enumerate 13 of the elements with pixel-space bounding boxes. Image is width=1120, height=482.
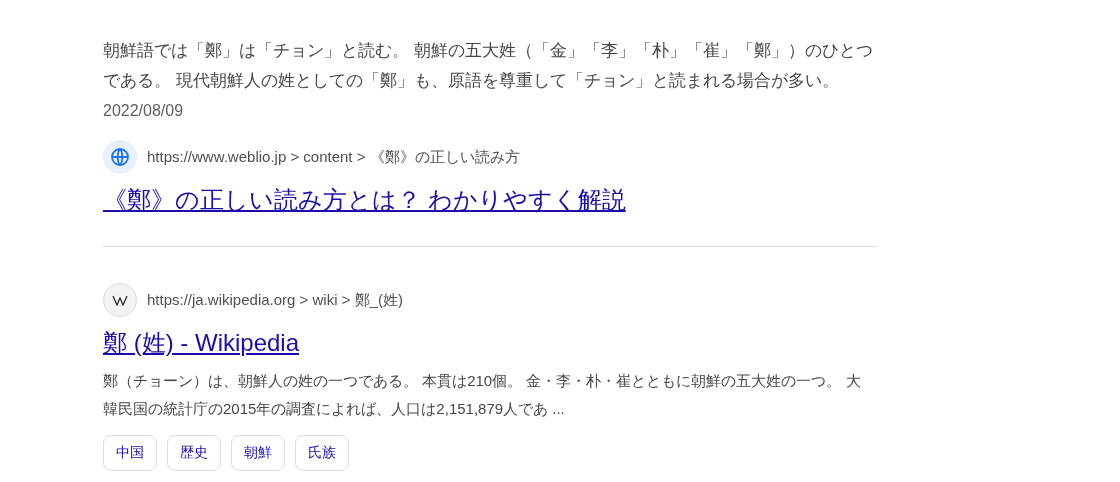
result-url[interactable]: https://www.weblio.jp > content > 《鄭》の正しい読み方 xyxy=(147,147,520,167)
tag-chip[interactable]: 朝鮮 xyxy=(231,435,285,471)
result-title-link[interactable]: 鄭 (姓) - Wikipedia xyxy=(103,327,300,359)
result-date: 2022/08/09 xyxy=(103,102,184,119)
result-description: 鄭（チョーン）は、朝鮮人の姓の一つである。 本貫は210個。 金・李・朴・崔とともに朝鮮の五大姓の一つ。 大韓民国の統計庁の2015年の調査によれば、人口は2,151,879人であ ... xyxy=(103,371,862,419)
result-snippet: 朝鮮語では「鄭」は「チョン」と読む。 朝鮮の五大姓（「金」「李」「朴」「崔」「鄭」）のひとつである。 現代朝鮮人の姓としての「鄭」も、原語を尊重して「チョン」と読まれる場合が多い。 2022/08/09 xyxy=(103,40,874,121)
globe-icon xyxy=(110,147,130,167)
tag-chip[interactable]: 中国 xyxy=(103,435,157,471)
wikipedia-logo-icon xyxy=(112,294,128,306)
tag-chip[interactable]: 氏族 xyxy=(295,435,349,471)
tag-chip[interactable]: 歴史 xyxy=(167,435,221,471)
result-url[interactable]: https://ja.wikipedia.org > wiki > 鄭_(姓) xyxy=(147,290,403,310)
result-title-link[interactable]: 《鄭》の正しい読み方とは？ わかりやすく解説 xyxy=(103,184,626,216)
